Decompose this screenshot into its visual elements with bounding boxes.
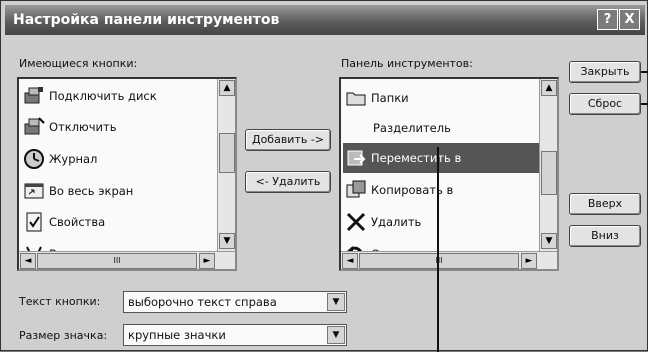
close-button[interactable]: Закрыть [569, 61, 641, 83]
available-hscrollbar[interactable]: ◄ III ► [19, 251, 235, 269]
close-window-button[interactable]: X [619, 9, 640, 30]
move-down-button[interactable]: Вниз [569, 225, 641, 247]
scroll-up-button[interactable]: ▲ [541, 80, 557, 96]
available-buttons-label: Имеющиеся кнопки: [19, 57, 138, 70]
title-bar: Настройка панели инструментов ? X [5, 5, 645, 35]
list-item[interactable]: Во весь экран [23, 176, 133, 206]
add-button[interactable]: Добавить -> [245, 129, 331, 151]
map-drive-icon [23, 85, 45, 107]
list-item[interactable]: Подключить диск [23, 81, 157, 111]
list-item[interactable]: Свойства [23, 207, 105, 237]
copy-to-icon [345, 179, 367, 201]
dialog-title: Настройка панели инструментов [13, 12, 280, 28]
list-item[interactable]: Удалить [345, 207, 421, 237]
remove-button[interactable]: <- Удалить [245, 171, 331, 193]
scroll-right-button[interactable]: ► [521, 253, 537, 269]
icon-size-label: Размер значка: [19, 329, 108, 342]
list-item[interactable]: Отключить [23, 112, 116, 142]
icon-size-select[interactable]: крупные значки ▼ [123, 324, 347, 346]
available-buttons-list[interactable]: Подключить диск Отключить Журнал Во весь… [17, 77, 237, 271]
scroll-up-button[interactable]: ▲ [219, 80, 235, 96]
scroll-left-button[interactable]: ◄ [20, 253, 36, 269]
scroll-thumb[interactable]: III [359, 253, 519, 269]
chevron-down-icon[interactable]: ▼ [327, 293, 345, 311]
button-text-select[interactable]: выборочно текст справа ▼ [123, 291, 347, 313]
scroll-down-button[interactable]: ▼ [219, 233, 235, 249]
toolbar-customize-dialog: Настройка панели инструментов ? X Имеющи… [0, 0, 648, 352]
toolbar-buttons-label: Панель инструментов: [341, 57, 473, 70]
move-to-icon [345, 147, 367, 169]
list-item-selected[interactable]: Переместить в [343, 143, 539, 173]
history-icon [23, 148, 45, 170]
callout-line [641, 71, 648, 73]
scroll-right-button[interactable]: ► [199, 253, 215, 269]
scroll-down-button[interactable]: ▼ [541, 233, 557, 249]
scroll-thumb[interactable]: III [37, 253, 197, 269]
scroll-left-button[interactable]: ◄ [342, 253, 358, 269]
move-up-button[interactable]: Вверх [569, 193, 641, 215]
properties-icon [23, 211, 45, 233]
toolbar-buttons-list[interactable]: Папки Разделитель Переместить в Копирова… [339, 77, 559, 271]
available-vscrollbar[interactable]: ▲ ▼ [217, 79, 235, 251]
delete-icon [345, 211, 367, 233]
scroll-thumb[interactable] [219, 133, 235, 173]
folders-icon [345, 87, 367, 109]
chevron-down-icon[interactable]: ▼ [327, 326, 345, 344]
scroll-thumb[interactable] [541, 151, 557, 195]
help-button[interactable]: ? [597, 9, 618, 30]
toolbar-hscrollbar[interactable]: ◄ III ► [341, 251, 557, 269]
list-item[interactable]: Папки [345, 83, 409, 113]
callout-line [641, 103, 648, 105]
disconnect-drive-icon [23, 116, 45, 138]
list-item[interactable]: Разделитель [345, 113, 451, 143]
button-text-label: Текст кнопки: [19, 295, 101, 308]
toolbar-vscrollbar[interactable]: ▲ ▼ [539, 79, 557, 251]
list-item[interactable]: Журнал [23, 144, 97, 174]
reset-button[interactable]: Сброс [569, 93, 641, 115]
fullscreen-icon [23, 180, 45, 202]
callout-line [437, 147, 439, 352]
